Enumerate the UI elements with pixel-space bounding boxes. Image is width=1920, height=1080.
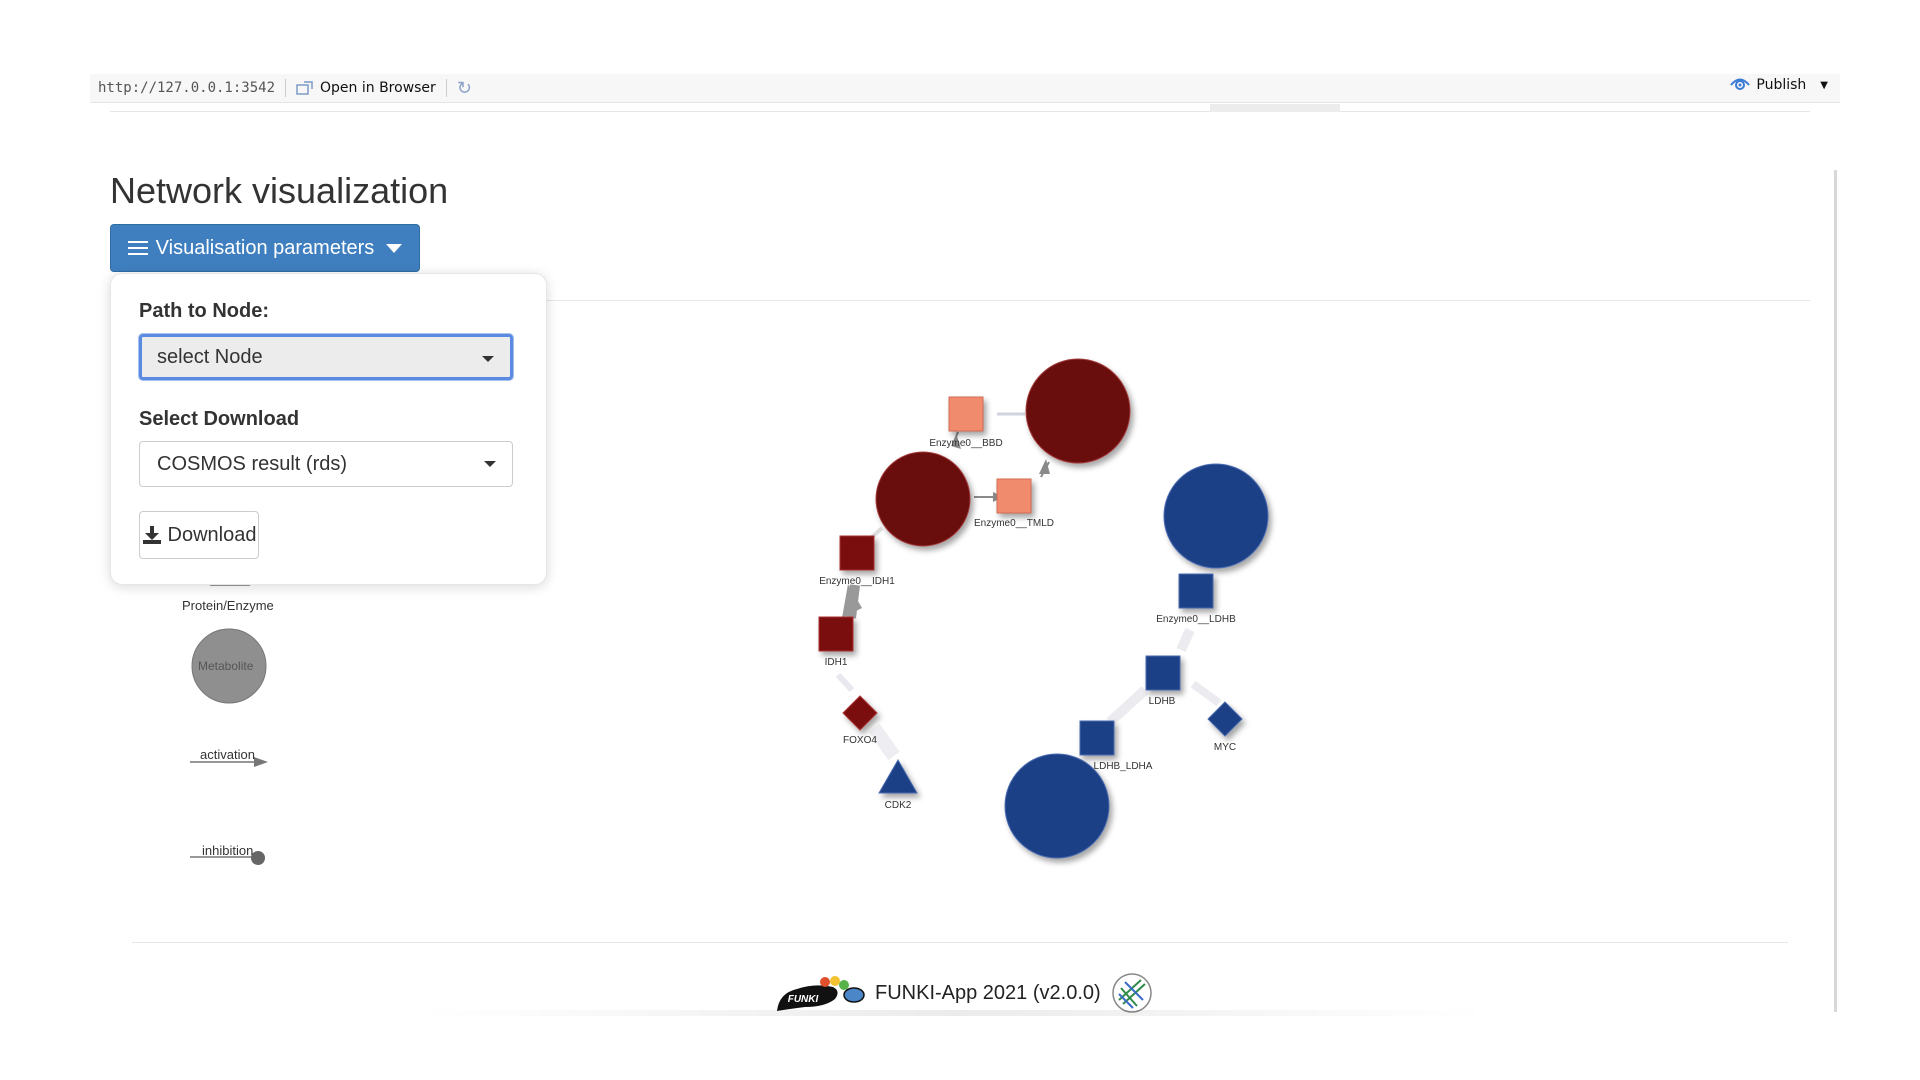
path-to-node-label: Path to Node: [139,300,269,322]
network-node-ldhb-ldha[interactable] [1079,720,1115,756]
network-node-enzyme0-bbd[interactable] [948,396,984,432]
edge [868,723,900,761]
edge [1176,627,1195,653]
network-node-label: FOXO4 [843,735,877,746]
network-node-label: Enzyme0__LDHB [1156,614,1236,625]
network-node-enzyme0-ldhb[interactable] [1178,573,1214,609]
footer-divider [132,942,1788,943]
footer: FUNKI FUNKI-App 2021 (v2.0.0) [775,972,1153,1014]
funki-logo: FUNKI [777,976,865,1011]
network-node-label: MYC [1214,742,1236,753]
network-node-label: Enzyme0__IDH1 [819,576,895,587]
download-icon [142,526,161,544]
network-node-label: IDH1 [825,657,848,668]
saez-lab-logo [1111,973,1152,1013]
network-node-enzyme0-idh1[interactable] [839,535,875,571]
select-download-label: Select Download [139,408,300,430]
download-type-select[interactable]: COSMOS result (rds) [139,441,513,487]
network-node-metabolite[interactable] [1025,358,1131,464]
network-node-foxo4[interactable] [842,695,878,731]
edge [1106,686,1149,726]
edge [1190,680,1222,707]
path-to-node-value: select Node [157,345,263,368]
network-node-idh1[interactable] [818,616,854,652]
network-node-metabolite[interactable] [875,451,971,547]
network-node-label: Enzyme0__TMLD [974,518,1054,529]
network-node-label: CDK2 [885,800,912,811]
chevron-down-icon [482,356,494,362]
network-node-myc[interactable] [1207,701,1243,737]
network-node-metabolite[interactable] [1163,463,1269,569]
svg-text:FUNKI: FUNKI [788,994,819,1005]
network-node-cdk2[interactable] [878,758,918,794]
chevron-down-icon [484,461,496,467]
network-node-label: LDHB [1149,696,1176,707]
network-node-label: LDHB_LDHA [1094,761,1153,772]
edge-arrowhead [1039,459,1050,474]
network-node-enzyme0-tmld[interactable] [996,478,1032,514]
footer-text: FUNKI-App 2021 (v2.0.0) [875,981,1101,1004]
edge [835,672,855,693]
path-to-node-select[interactable]: select Node [139,334,513,380]
network-node-ldhb[interactable] [1145,655,1181,691]
footer-shadow [420,1010,1490,1016]
download-button-label: Download [167,523,257,546]
download-button[interactable]: Download [139,511,259,559]
visualisation-parameters-panel: Path to Node: select Node Select Downloa… [110,273,547,585]
download-type-value: COSMOS result (rds) [157,452,348,475]
network-node-label: Enzyme0__BBD [929,438,1002,449]
